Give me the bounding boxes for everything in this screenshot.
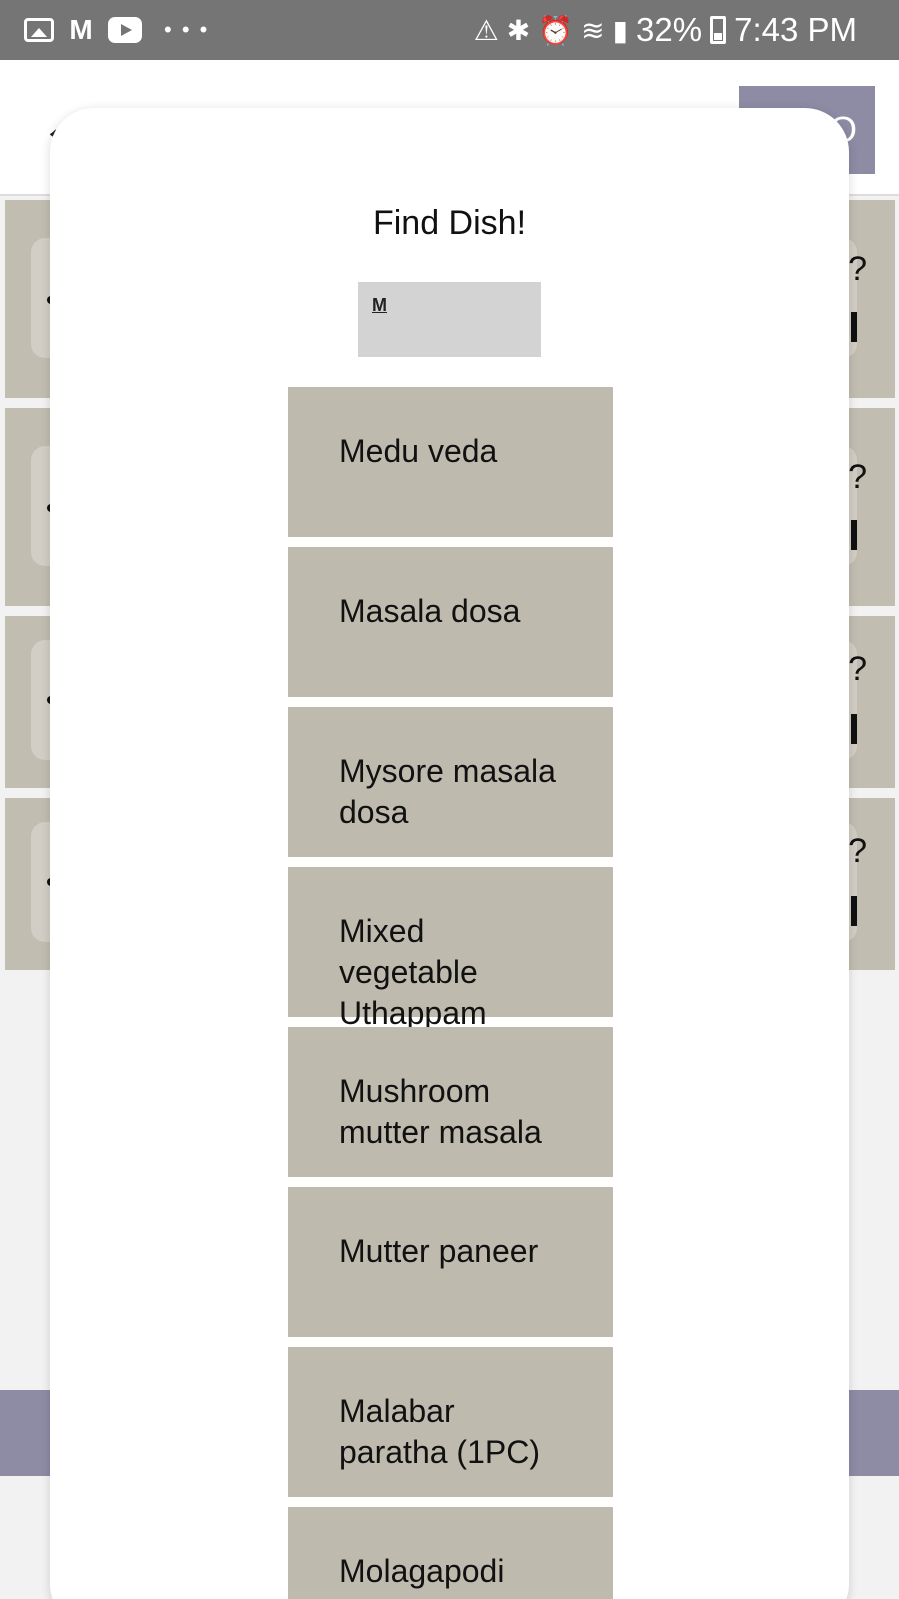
status-bar: M • • • ⚠ ✱ ⏰ ≋ ▮ 32% 7:43 PM bbox=[0, 0, 899, 60]
card-bar bbox=[851, 714, 857, 744]
card-bar bbox=[851, 896, 857, 926]
dish-result-item[interactable]: Mutter paneer bbox=[288, 1187, 613, 1337]
wifi-icon: ≋ bbox=[581, 14, 605, 46]
dish-result-item[interactable]: Medu veda bbox=[288, 387, 613, 537]
gmail-icon: M bbox=[69, 14, 93, 45]
dish-result-item[interactable]: Masala dosa bbox=[288, 547, 613, 697]
card-bar bbox=[851, 312, 857, 342]
dish-result-item[interactable]: Mushroom mutter masala bbox=[288, 1027, 613, 1177]
card-bar bbox=[851, 520, 857, 550]
help-icon[interactable]: ? bbox=[848, 250, 867, 289]
help-icon[interactable]: ? bbox=[848, 832, 867, 871]
battery-icon bbox=[710, 16, 727, 44]
signal-icon: ▮ bbox=[612, 14, 629, 46]
find-dish-modal: Find Dish! Medu veda Masala dosa Mysore … bbox=[50, 108, 849, 1599]
help-icon[interactable]: ? bbox=[848, 458, 867, 497]
bluetooth-icon: ✱ bbox=[506, 14, 531, 46]
youtube-icon bbox=[108, 17, 142, 43]
battery-percent: 32% bbox=[636, 11, 703, 48]
dish-result-item[interactable]: Mysore masala dosa bbox=[288, 707, 613, 857]
data-saver-icon: ⚠ bbox=[473, 14, 499, 46]
more-notifications-icon: • • • bbox=[164, 17, 210, 42]
dish-result-item[interactable]: Mixed vegetable Uthappam bbox=[288, 867, 613, 1031]
dish-search-input[interactable] bbox=[358, 282, 541, 357]
help-icon[interactable]: ? bbox=[848, 650, 867, 689]
gallery-icon bbox=[24, 18, 54, 42]
dish-result-item[interactable]: Malabar paratha (1PC) bbox=[288, 1347, 613, 1497]
clock: 7:43 PM bbox=[734, 11, 857, 48]
alarm-icon: ⏰ bbox=[538, 14, 574, 46]
dish-results-list: Medu veda Masala dosa Mysore masala dosa… bbox=[288, 387, 613, 1599]
dish-result-item[interactable]: Molagapodi bbox=[288, 1507, 613, 1599]
modal-title: Find Dish! bbox=[372, 204, 527, 242]
